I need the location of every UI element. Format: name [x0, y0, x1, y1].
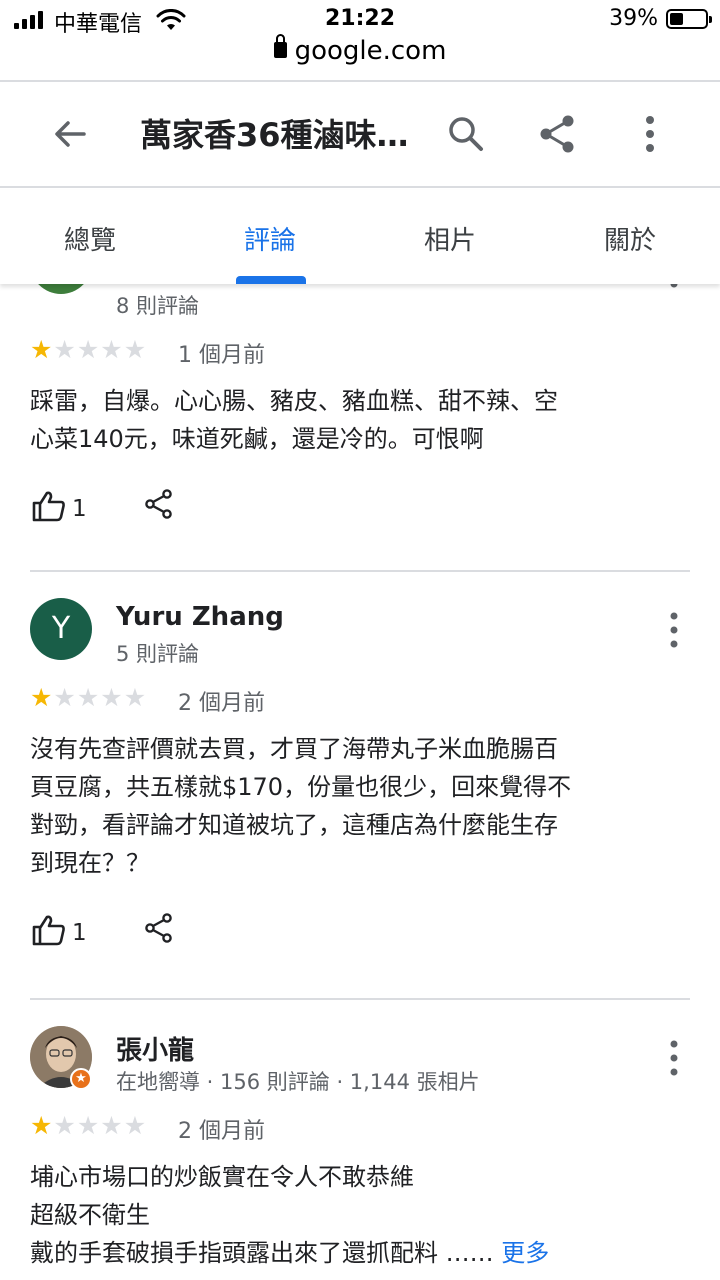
- share-icon[interactable]: [536, 112, 580, 156]
- tab-overview[interactable]: 總覽: [0, 220, 180, 257]
- star-empty-icon: ★: [76, 683, 100, 712]
- app-header: 萬家香36種滷味…: [0, 82, 720, 188]
- share-icon[interactable]: [144, 488, 174, 520]
- star-empty-icon: ★: [123, 335, 147, 364]
- url-text: google.com: [294, 36, 447, 66]
- star-empty-icon: ★: [123, 1111, 147, 1140]
- reviewer-name[interactable]: Yuru Zhang: [116, 602, 284, 632]
- star-empty-icon: ★: [100, 683, 123, 712]
- star-rating: ★ ★ ★ ★ ★: [30, 1112, 146, 1140]
- active-tab-indicator: [236, 276, 306, 284]
- more-vert-icon[interactable]: [628, 112, 672, 156]
- review-text: 沒有先查評價就去買，才買了海帶丸子米血脆腸百 頁豆腐，共五樣就$170，份量也很…: [30, 735, 572, 877]
- review-time: 2 個月前: [178, 691, 265, 716]
- star-filled-icon: ★: [30, 683, 53, 712]
- like-count: 1: [72, 496, 87, 522]
- battery-icon: [666, 9, 712, 29]
- review-card: 8 則評論 ★ ★ ★ ★ ★ 1 個月前 踩雷，自爆。心心腸、豬皮、豬血糕、甜不辣、空…: [0, 284, 720, 572]
- star-empty-icon: ★: [76, 1111, 100, 1140]
- star-filled-icon: ★: [30, 335, 53, 364]
- avatar[interactable]: Y: [30, 598, 92, 660]
- reviewer-meta: 8 則評論: [116, 294, 200, 318]
- review-time: 2 個月前: [178, 1119, 265, 1144]
- review-text: 埔心市場口的炒飯實在令人不敢恭維 超級不衛生 戴的手套破損手指頭露出來了還抓配料…: [30, 1163, 550, 1267]
- reviews-list[interactable]: 8 則評論 ★ ★ ★ ★ ★ 1 個月前 踩雷，自爆。心心腸、豬皮、豬血糕、甜不辣、空…: [0, 284, 720, 1280]
- star-rating: ★ ★ ★ ★ ★: [30, 336, 146, 364]
- review-card: Y Yuru Zhang 5 則評論 ★ ★ ★ ★ ★ 2 個月前 沒有先查評價就去買…: [0, 572, 720, 1000]
- star-filled-icon: ★: [30, 1111, 53, 1140]
- star-empty-icon: ★: [53, 1111, 76, 1140]
- more-vert-icon[interactable]: [662, 1038, 686, 1078]
- star-empty-icon: ★: [53, 683, 76, 712]
- star-empty-icon: ★: [53, 335, 76, 364]
- like-count: 1: [72, 920, 87, 946]
- avatar[interactable]: [30, 284, 92, 294]
- back-arrow-icon[interactable]: [48, 112, 92, 156]
- share-icon[interactable]: [144, 912, 174, 944]
- tab-bar: 總覽 評論 相片 關於: [0, 190, 720, 284]
- thumbs-up-icon[interactable]: [32, 914, 66, 946]
- battery-percent: 39%: [609, 6, 658, 31]
- star-empty-icon: ★: [76, 335, 100, 364]
- star-rating: ★ ★ ★ ★ ★: [30, 684, 146, 712]
- tab-about[interactable]: 關於: [540, 220, 720, 257]
- review-text: 踩雷，自爆。心心腸、豬皮、豬血糕、甜不辣、空 心菜140元，味道死鹹，還是冷的。…: [30, 387, 558, 453]
- place-title: 萬家香36種滷味…: [140, 116, 409, 154]
- status-bar: 中華電信 21:22 39%: [0, 0, 720, 40]
- star-empty-icon: ★: [100, 335, 123, 364]
- more-vert-icon[interactable]: [662, 610, 686, 650]
- review-card: ★ 張小龍 在地嚮導 · 156 則評論 · 1,144 張相片 ★ ★ ★ ★ ★ 2…: [0, 1000, 720, 1280]
- more-vert-icon[interactable]: [662, 284, 686, 304]
- reviewer-meta: 5 則評論: [116, 642, 200, 666]
- reviewer-meta: 在地嚮導 · 156 則評論 · 1,144 張相片: [116, 1070, 480, 1094]
- star-empty-icon: ★: [123, 683, 147, 712]
- thumbs-up-icon[interactable]: [32, 490, 66, 522]
- reviewer-name[interactable]: 張小龍: [116, 1030, 194, 1067]
- more-link[interactable]: 更多: [501, 1239, 549, 1267]
- local-guide-badge-icon: ★: [70, 1068, 92, 1090]
- lock-icon: [273, 34, 287, 58]
- tab-photos[interactable]: 相片: [360, 220, 540, 257]
- review-time: 1 個月前: [178, 343, 265, 368]
- url-bar[interactable]: google.com: [0, 34, 720, 76]
- star-empty-icon: ★: [100, 1111, 123, 1140]
- tab-reviews[interactable]: 評論: [180, 220, 360, 257]
- search-icon[interactable]: [444, 112, 488, 156]
